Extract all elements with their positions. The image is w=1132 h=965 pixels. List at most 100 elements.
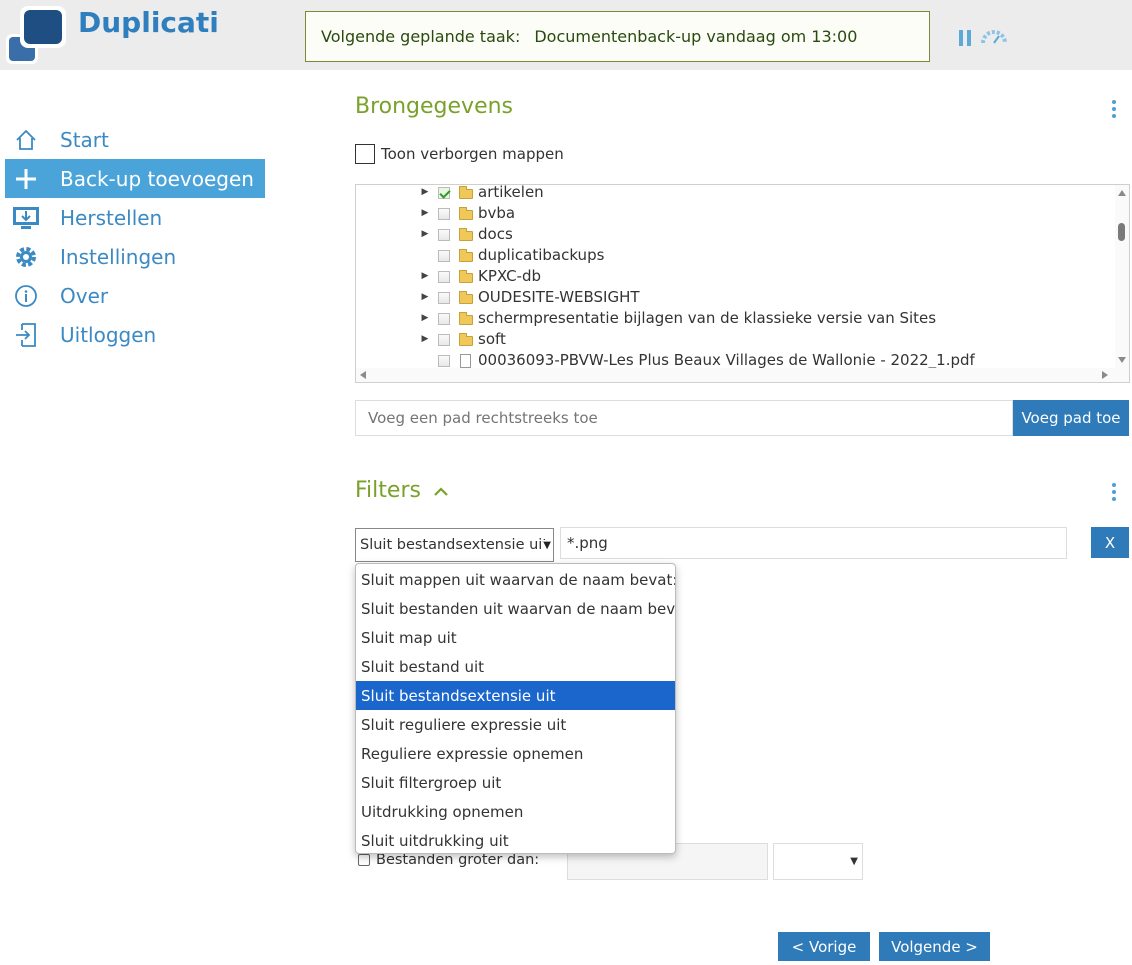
expand-arrow-icon[interactable]: ▶ <box>420 208 430 218</box>
expand-arrow-icon[interactable]: ▶ <box>420 271 430 281</box>
plus-icon <box>5 159 47 198</box>
filter-option[interactable]: Sluit map uit <box>356 623 675 652</box>
tree-row[interactable]: ▶ schermpresentatie bijlagen van de klass… <box>356 308 1101 329</box>
tree-checkbox[interactable] <box>438 208 450 220</box>
sidebar-item-logout[interactable]: Uitloggen <box>5 315 265 354</box>
folder-icon <box>459 333 473 346</box>
folder-icon <box>459 291 473 304</box>
filter-type-dropdown[interactable]: Sluit mappen uit waarvan de naam bevat: S… <box>355 563 676 854</box>
next-task-box: Volgende geplande taak: Documentenback-u… <box>305 11 930 62</box>
folder-icon <box>459 270 473 283</box>
remove-filter-button[interactable]: X <box>1091 527 1129 558</box>
sidebar-item-about[interactable]: Over <box>5 276 265 315</box>
next-task-label: Volgende geplande taak: <box>321 27 521 46</box>
filter-option[interactable]: Sluit reguliere expressie uit <box>356 710 675 739</box>
scroll-thumb[interactable] <box>1118 223 1125 241</box>
filters-menu-icon[interactable] <box>1111 481 1117 501</box>
app-name[interactable]: Duplicati <box>78 6 219 39</box>
tree-checkbox[interactable] <box>438 313 450 325</box>
tree-checkbox[interactable] <box>438 355 450 367</box>
file-icon <box>460 354 471 368</box>
source-menu-icon[interactable] <box>1111 98 1117 118</box>
chevron-down-icon: ▼ <box>850 856 858 867</box>
tree-item-label: schermpresentatie bijlagen van de klassi… <box>478 309 937 327</box>
filters-title-text: Filters <box>355 478 421 503</box>
tree-row[interactable]: ▶ artikelen <box>356 185 1101 203</box>
expand-arrow-icon[interactable]: ▶ <box>420 187 430 197</box>
show-hidden-checkbox[interactable] <box>355 144 375 164</box>
folder-icon <box>459 249 473 262</box>
scroll-right-icon[interactable] <box>1102 371 1108 379</box>
larger-than-row[interactable]: Bestanden groter dan: <box>358 852 539 868</box>
tree-row[interactable]: ▶ docs <box>356 224 1101 245</box>
filters-section-title[interactable]: Filters <box>355 478 448 503</box>
source-section-title: Brongegevens <box>355 94 514 119</box>
expand-arrow-icon[interactable]: ▶ <box>420 229 430 239</box>
filter-option[interactable]: Sluit mappen uit waarvan de naam bevat: <box>356 565 675 594</box>
size-unit-select[interactable]: ▼ <box>773 843 863 880</box>
expand-arrow-icon[interactable]: ▶ <box>420 313 430 323</box>
tree-horizontal-scrollbar[interactable] <box>356 368 1116 382</box>
filter-option[interactable]: Reguliere expressie opnemen <box>356 739 675 768</box>
filter-option[interactable]: Sluit bestandsextensie uit <box>356 681 675 710</box>
tree-checkbox[interactable] <box>438 229 450 241</box>
folder-icon <box>459 207 473 220</box>
folder-tree[interactable]: 00036093-PBVW-Les Plus Beaux Villages de… <box>355 184 1130 383</box>
sidebar-item-start[interactable]: Start <box>5 120 265 159</box>
filter-option[interactable]: Sluit bestanden uit waarvan de naam beva… <box>356 594 675 623</box>
add-path-button[interactable]: Voeg pad toe <box>1013 400 1129 436</box>
tree-item-label: OUDESITE-WEBSIGHT <box>478 288 640 306</box>
expand-arrow-icon[interactable]: ▶ <box>420 334 430 344</box>
sidebar-item-settings[interactable]: Instellingen <box>5 237 265 276</box>
sidebar-nav: Start Back-up toevoegen Herstellen Inste… <box>5 120 265 354</box>
tree-checkbox[interactable] <box>438 187 450 199</box>
folder-icon <box>459 312 473 325</box>
tree-checkbox[interactable] <box>438 334 450 346</box>
scroll-down-icon[interactable] <box>1118 357 1126 363</box>
chevron-up-icon[interactable] <box>434 487 448 497</box>
tree-checkbox[interactable] <box>438 271 450 283</box>
tree-checkbox[interactable] <box>438 292 450 304</box>
gear-icon <box>5 237 47 276</box>
filter-option[interactable]: Uitdrukking opnemen <box>356 797 675 826</box>
filter-type-select[interactable]: Sluit bestandsextensie uit ▼ <box>355 528 554 562</box>
sidebar-item-restore[interactable]: Herstellen <box>5 198 265 237</box>
tree-row[interactable]: duplicatibackups <box>356 245 1101 266</box>
sidebar-item-label: Herstellen <box>60 205 163 230</box>
sidebar-item-label: Start <box>60 127 109 152</box>
expand-arrow-icon[interactable]: ▶ <box>420 292 430 302</box>
filter-option[interactable]: Sluit bestand uit <box>356 652 675 681</box>
tree-item-label: KPXC-db <box>478 267 541 285</box>
tree-row[interactable]: ▶ OUDESITE-WEBSIGHT <box>356 287 1101 308</box>
tree-item-label: docs <box>478 225 513 243</box>
next-button[interactable]: Volgende > <box>879 932 990 961</box>
tree-item-label: 00036093-PBVW-Les Plus Beaux Villages de… <box>478 351 975 369</box>
tree-row[interactable]: ▶ soft <box>356 329 1101 350</box>
tree-checkbox[interactable] <box>438 250 450 262</box>
folder-icon <box>459 186 473 199</box>
next-task-value: Documentenback-up vandaag om 13:00 <box>534 27 858 46</box>
scroll-up-icon[interactable] <box>1118 190 1126 196</box>
previous-button[interactable]: < Vorige <box>778 932 870 961</box>
filter-value-input[interactable]: *.png <box>560 527 1067 559</box>
tree-item-label: soft <box>478 330 506 348</box>
larger-than-label: Bestanden groter dan: <box>376 852 540 868</box>
filter-option[interactable]: Sluit uitdrukking uit <box>356 826 675 853</box>
filter-option[interactable]: Sluit filtergroep uit <box>356 768 675 797</box>
larger-than-checkbox[interactable] <box>358 854 370 866</box>
tree-vertical-scrollbar[interactable] <box>1115 185 1129 382</box>
logout-icon <box>5 315 47 354</box>
pause-icon[interactable] <box>958 30 972 46</box>
sidebar-item-add-backup[interactable]: Back-up toevoegen <box>5 159 265 198</box>
home-icon <box>5 120 47 159</box>
tree-row[interactable]: ▶ KPXC-db <box>356 266 1101 287</box>
duplicati-logo[interactable] <box>6 6 68 64</box>
throttle-icon[interactable] <box>980 28 1008 46</box>
info-icon <box>5 276 47 315</box>
sidebar-item-label: Uitloggen <box>60 322 157 347</box>
tree-row[interactable]: ▶ bvba <box>356 203 1101 224</box>
sidebar-item-label: Instellingen <box>60 244 177 269</box>
show-hidden-folders[interactable]: Toon verborgen mappen <box>355 144 564 164</box>
path-input[interactable] <box>355 400 1013 436</box>
scroll-left-icon[interactable] <box>360 371 366 379</box>
